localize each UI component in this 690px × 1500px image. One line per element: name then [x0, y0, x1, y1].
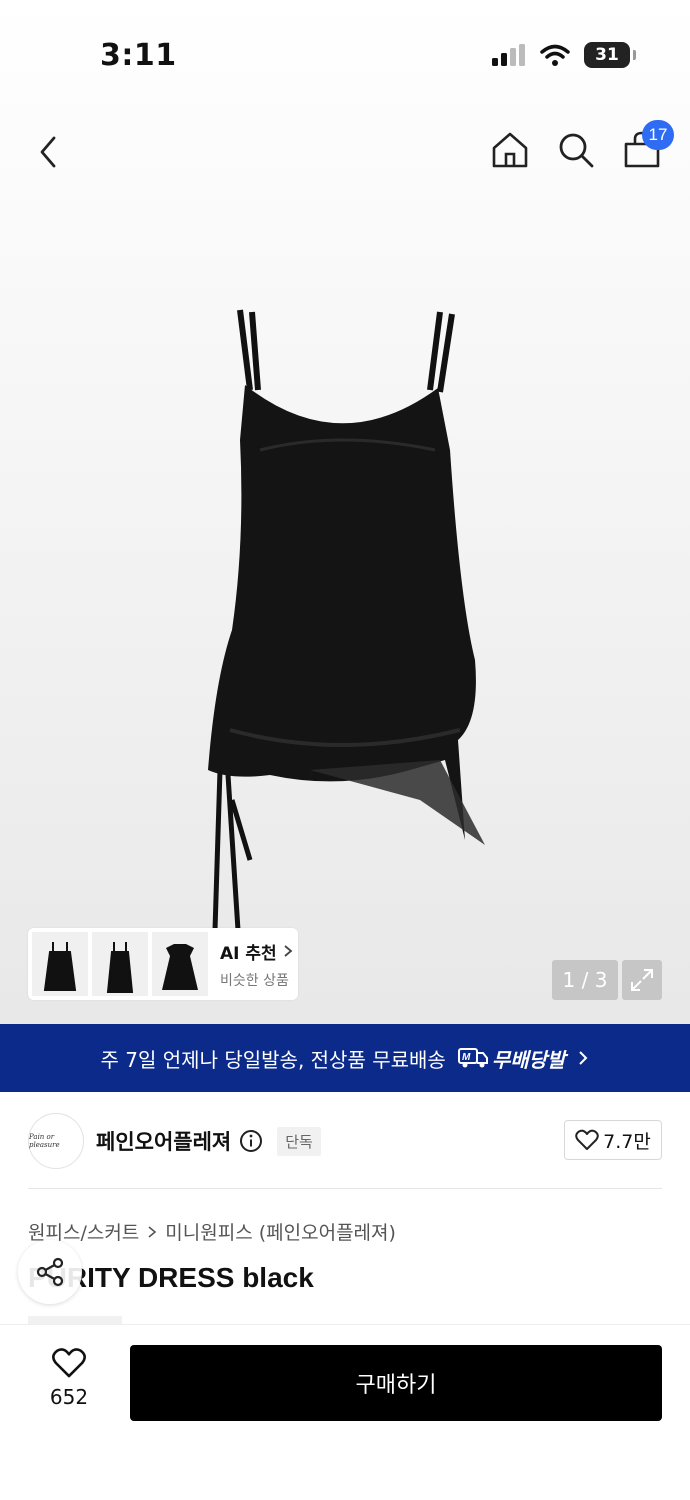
top-nav-actions: 17 [490, 120, 674, 172]
ai-recommend-text: AI 추천 비슷한 상품 [220, 939, 293, 990]
buy-button[interactable]: 구매하기 [130, 1345, 662, 1421]
search-icon[interactable] [556, 128, 596, 172]
ai-recommend-title: AI 추천 [220, 939, 293, 964]
brand-name[interactable]: 페인오어플레져 [96, 1126, 231, 1156]
breadcrumb: 원피스/스커트 미니원피스 (페인오어플레져) [28, 1218, 396, 1245]
chevron-right-icon [579, 1051, 588, 1065]
dress-product-image[interactable] [190, 300, 500, 940]
share-icon [36, 1257, 64, 1287]
brand-like-button[interactable]: 7.7만 [564, 1120, 662, 1160]
expand-icon [631, 969, 653, 991]
divider [28, 1188, 662, 1189]
recommend-thumbnail[interactable] [152, 932, 208, 996]
heart-icon [52, 1348, 86, 1378]
wishlist-count: 652 [49, 1385, 89, 1409]
battery-indicator: 31 [584, 42, 636, 68]
cart-count-badge: 17 [642, 120, 674, 150]
wifi-icon [540, 44, 570, 66]
breadcrumb-subcategory[interactable]: 미니원피스 (페인오어플레져) [165, 1218, 396, 1245]
brand-like-count: 7.7만 [603, 1130, 651, 1153]
brand-row[interactable]: Pain or pleasure 페인오어플레져 단독 7.7만 [28, 1112, 662, 1170]
back-button[interactable] [30, 130, 70, 174]
ai-recommend-card[interactable]: AI 추천 비슷한 상품 [28, 928, 298, 1000]
shipping-banner[interactable]: 주 7일 언제나 당일발송, 전상품 무료배송 M 무배당발 [0, 1024, 690, 1092]
product-image-area: 3:11 31 17 AI 추천 비슷한 상품 1 / 3 [0, 0, 690, 1024]
chevron-right-icon [148, 1225, 157, 1238]
recommend-thumbnail[interactable] [32, 932, 88, 996]
free-shipping-logo: M 무배당발 [457, 1044, 566, 1073]
share-button[interactable] [18, 1240, 82, 1304]
home-icon[interactable] [490, 128, 530, 172]
recommend-thumbnail[interactable] [92, 932, 148, 996]
status-time: 3:11 [100, 38, 177, 73]
heart-icon [575, 1129, 599, 1150]
image-pager: 1 / 3 [552, 960, 618, 1000]
status-icons: 31 [492, 42, 636, 68]
brand-logo-text: Pain or pleasure [29, 1133, 60, 1149]
delivery-truck-icon: M [457, 1048, 488, 1068]
info-icon[interactable] [239, 1129, 263, 1153]
exclusive-badge: 단독 [277, 1126, 321, 1156]
cart-button[interactable]: 17 [622, 120, 674, 172]
free-shipping-logo-text: 무배당발 [491, 1047, 566, 1072]
zoom-button[interactable] [622, 960, 662, 1000]
signal-icon [492, 44, 525, 66]
brand-logo[interactable]: Pain or pleasure [28, 1113, 84, 1169]
bottom-action-bar: 652 구매하기 [0, 1324, 690, 1500]
svg-text:M: M [462, 1052, 471, 1063]
shipping-banner-text: 주 7일 언제나 당일발송, 전상품 무료배송 [100, 1047, 446, 1072]
ai-recommend-label: AI 추천 [220, 943, 277, 964]
chevron-right-icon [284, 945, 293, 957]
wishlist-button[interactable]: 652 [36, 1347, 102, 1409]
ai-recommend-subtitle: 비슷한 상품 [220, 972, 289, 989]
